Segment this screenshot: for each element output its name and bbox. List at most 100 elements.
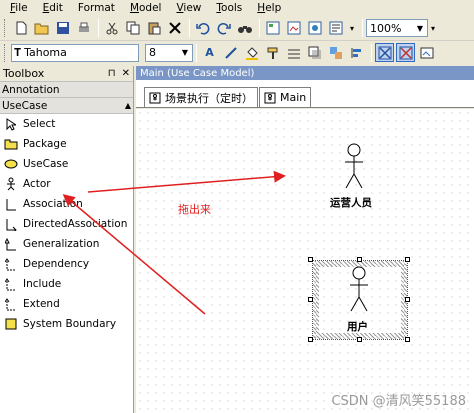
actor-figure[interactable] bbox=[344, 143, 364, 191]
resize-handle[interactable] bbox=[405, 337, 410, 342]
toolbox-item-label: Select bbox=[23, 118, 56, 130]
redo-button[interactable] bbox=[214, 19, 233, 38]
diagram-tool-4-button[interactable] bbox=[326, 19, 345, 38]
find-binoculars-icon[interactable] bbox=[235, 19, 254, 38]
shadow-button[interactable] bbox=[305, 43, 324, 62]
resize-handle[interactable] bbox=[308, 257, 313, 262]
actor-icon bbox=[4, 177, 18, 191]
toolbox-item-label: Package bbox=[23, 138, 67, 150]
menu-help[interactable]: Help bbox=[257, 2, 281, 14]
align-button[interactable] bbox=[347, 43, 366, 62]
generalization-icon bbox=[4, 237, 18, 251]
line-style-button[interactable] bbox=[284, 43, 303, 62]
chevron-down-icon: ▼ bbox=[181, 48, 189, 57]
standard-toolbar: ▾ 100% ▼ ▾ bbox=[0, 16, 474, 41]
line-color-button[interactable] bbox=[221, 43, 240, 62]
document-titlebar: Main (Use Case Model) bbox=[136, 66, 474, 80]
undo-button[interactable] bbox=[193, 19, 212, 38]
toolbar-grip[interactable] bbox=[4, 19, 7, 37]
chevron-down-icon: ▼ bbox=[416, 23, 424, 33]
cut-button[interactable] bbox=[102, 19, 121, 38]
arrow-cursor-icon bbox=[4, 117, 18, 131]
toolbox-group-usecase[interactable]: UseCase ▲ bbox=[0, 98, 133, 114]
layout-button[interactable] bbox=[417, 43, 436, 62]
new-file-button[interactable] bbox=[11, 19, 30, 38]
menu-view[interactable]: View bbox=[176, 2, 201, 14]
resize-handle[interactable] bbox=[357, 337, 362, 342]
menu-edit[interactable]: Edit bbox=[43, 2, 63, 14]
toolbox-item-label: UseCase bbox=[23, 158, 69, 170]
resize-handle[interactable] bbox=[308, 337, 313, 342]
diagram-tool-2-button[interactable] bbox=[284, 19, 303, 38]
diagram-tool-3-button[interactable] bbox=[305, 19, 324, 38]
toolbox-item-label: Association bbox=[23, 198, 83, 210]
package-icon bbox=[4, 137, 18, 151]
menu-bar: File Edit Format Model View Tools Help bbox=[0, 0, 474, 16]
format-toolbar-grip[interactable] bbox=[4, 43, 7, 62]
include-icon bbox=[4, 277, 18, 291]
print-button[interactable] bbox=[74, 19, 93, 38]
copy-button[interactable] bbox=[123, 19, 142, 38]
diagram-canvas[interactable]: 运营人员 用户 拖出来 CSDN @清风笑55188 bbox=[136, 109, 474, 413]
tab-label: 场景执行（定时） bbox=[165, 91, 253, 105]
toolbox-item-dependency[interactable]: Dependency bbox=[0, 254, 133, 274]
toolbox-item-directedassociation[interactable]: DirectedAssociation bbox=[0, 214, 133, 234]
toolbox-item-actor[interactable]: Actor bbox=[0, 174, 133, 194]
dropdown-chevron-icon[interactable]: ▾ bbox=[347, 19, 357, 38]
toolbox-item-system-boundary[interactable]: System Boundary bbox=[0, 314, 133, 334]
toolbox-item-label: System Boundary bbox=[23, 318, 117, 330]
resize-handle[interactable] bbox=[405, 297, 410, 302]
usecase-ellipse-icon bbox=[4, 157, 18, 171]
watermark: CSDN @清风笑55188 bbox=[331, 394, 466, 409]
toolbox-item-select[interactable]: Select bbox=[0, 114, 133, 134]
toolbox-item-association[interactable]: Association bbox=[0, 194, 133, 214]
font-color-button[interactable]: A bbox=[200, 43, 219, 62]
toolbox-group-annotation[interactable]: Annotation bbox=[0, 82, 133, 98]
pin-icon[interactable]: ⊓ bbox=[108, 68, 116, 79]
toolbox-item-generalization[interactable]: Generalization bbox=[0, 234, 133, 254]
arrange-button[interactable] bbox=[326, 43, 345, 62]
toolbox-item-usecase[interactable]: UseCase bbox=[0, 154, 133, 174]
menu-model[interactable]: Model bbox=[130, 2, 162, 14]
open-folder-button[interactable] bbox=[32, 19, 51, 38]
font-name-select[interactable]: 𝐓 Tahoma bbox=[11, 43, 139, 62]
zoom-option-chevron-icon[interactable]: ▾ bbox=[428, 19, 438, 38]
resize-handle[interactable] bbox=[308, 297, 313, 302]
tab-label: Main bbox=[280, 91, 307, 104]
resize-handle[interactable] bbox=[405, 257, 410, 262]
tab-main[interactable]: Main bbox=[259, 87, 312, 107]
toolbox-item-label: Include bbox=[23, 278, 62, 290]
actor-figure[interactable] bbox=[349, 266, 369, 314]
diagram-tool-1-button[interactable] bbox=[263, 19, 282, 38]
menu-tools[interactable]: Tools bbox=[216, 2, 242, 14]
resize-handle[interactable] bbox=[357, 257, 362, 262]
close-icon[interactable]: ✕ bbox=[122, 68, 130, 79]
document-title: Main (Use Case Model) bbox=[140, 67, 255, 79]
paste-button[interactable] bbox=[144, 19, 163, 38]
menu-file[interactable]: File bbox=[10, 2, 28, 14]
actor-label: 运营人员 bbox=[330, 197, 372, 209]
group-label: Annotation bbox=[2, 83, 60, 96]
snap-to-grid-toggle[interactable] bbox=[375, 43, 394, 62]
font-name-value: Tahoma bbox=[24, 46, 67, 59]
show-grid-toggle[interactable] bbox=[396, 43, 415, 62]
zoom-select[interactable]: 100% ▼ bbox=[366, 19, 428, 37]
toolbox-item-label: DirectedAssociation bbox=[23, 218, 128, 230]
tab-scenario-execution[interactable]: 场景执行（定时） bbox=[144, 87, 258, 107]
save-button[interactable] bbox=[53, 19, 72, 38]
delete-button[interactable] bbox=[165, 19, 184, 38]
font-icon: 𝐓 bbox=[14, 45, 22, 59]
toolbox-item-include[interactable]: Include bbox=[0, 274, 133, 294]
toolbox-item-label: Generalization bbox=[23, 238, 100, 250]
system-boundary-icon bbox=[4, 317, 18, 331]
format-painter-button[interactable] bbox=[263, 43, 282, 62]
toolbox-item-label: Extend bbox=[23, 298, 60, 310]
menu-format[interactable]: Format bbox=[78, 2, 115, 14]
font-size-select[interactable]: 8 ▼ bbox=[145, 43, 193, 62]
toolbox-title: Toolbox bbox=[3, 67, 45, 80]
fill-color-button[interactable] bbox=[242, 43, 261, 62]
toolbox-item-extend[interactable]: Extend bbox=[0, 294, 133, 314]
toolbox-item-package[interactable]: Package bbox=[0, 134, 133, 154]
toolbox-panel: Toolbox ⊓ ✕ Annotation UseCase ▲ Select … bbox=[0, 66, 134, 413]
diagram-tabs: 场景执行（定时） Main bbox=[136, 80, 474, 108]
